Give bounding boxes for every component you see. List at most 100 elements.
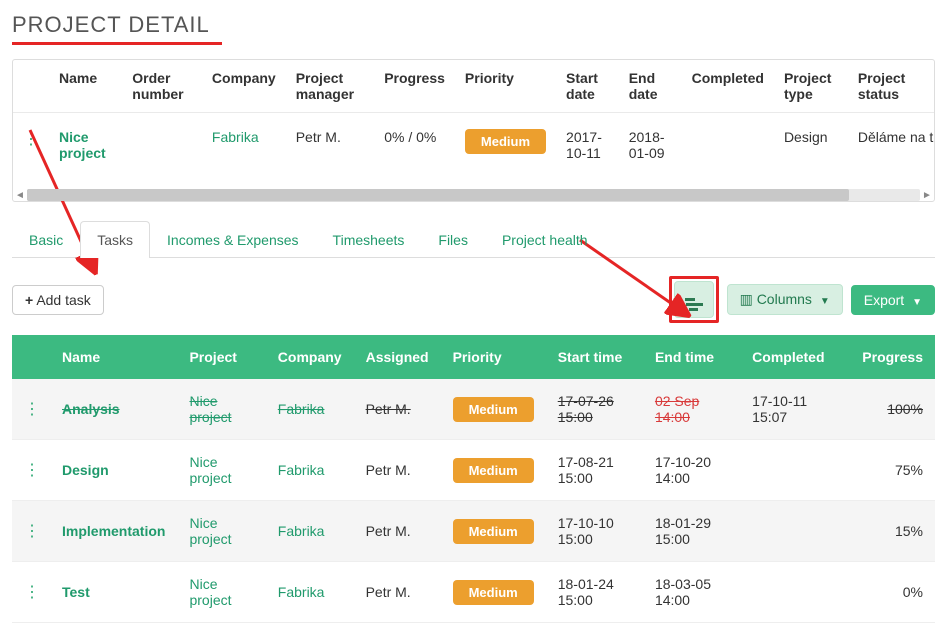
task-completed <box>740 562 850 623</box>
task-assigned: Petr M. <box>354 501 441 562</box>
cell-end-date: 2018-01-09 <box>619 113 682 190</box>
task-project-link[interactable]: Nice project <box>189 515 231 547</box>
th-end-time[interactable]: End time <box>643 335 740 379</box>
page-title: PROJECT DETAIL <box>12 12 935 38</box>
task-company-link[interactable]: Fabrika <box>278 462 325 478</box>
col-project-manager: Project manager <box>286 60 375 113</box>
task-assigned: Petr M. <box>354 562 441 623</box>
col-progress: Progress <box>374 60 455 113</box>
highlight-box <box>669 276 719 323</box>
col-company: Company <box>202 60 286 113</box>
export-button[interactable]: Export ▼ <box>851 285 935 315</box>
cell-project-status: Děláme na to <box>848 113 934 190</box>
task-end-time: 17-10-20 14:00 <box>643 440 740 501</box>
task-project-link[interactable]: Nice project <box>189 393 231 425</box>
priority-badge: Medium <box>453 519 534 544</box>
export-label: Export <box>864 292 904 308</box>
tasks-table: Name Project Company Assigned Priority S… <box>12 335 935 623</box>
task-name-link[interactable]: Test <box>62 584 90 600</box>
task-company-link[interactable]: Fabrika <box>278 584 325 600</box>
plus-icon: + <box>25 292 33 308</box>
task-end-time: 18-01-29 15:00 <box>643 501 740 562</box>
th-start-time[interactable]: Start time <box>546 335 643 379</box>
task-name-link[interactable]: Implementation <box>62 523 165 539</box>
tasks-toolbar: + Add task ▥ Columns ▼ Export ▼ <box>12 276 935 323</box>
col-end-date: End date <box>619 60 682 113</box>
tab-tasks[interactable]: Tasks <box>80 221 150 258</box>
tab-files[interactable]: Files <box>421 221 485 258</box>
tab-bar: Basic Tasks Incomes & Expenses Timesheet… <box>12 220 935 258</box>
task-assigned: Petr M. <box>354 440 441 501</box>
task-progress: 0% <box>850 562 935 623</box>
col-project-type: Project type <box>774 60 848 113</box>
add-task-label: Add task <box>36 292 90 308</box>
th-assigned[interactable]: Assigned <box>354 335 441 379</box>
col-name: Name <box>49 60 122 113</box>
row-menu-icon[interactable]: ⋮ <box>24 399 38 419</box>
priority-badge: Medium <box>453 580 534 605</box>
task-completed: 17-10-11 15:07 <box>740 379 850 440</box>
cell-progress: 0% / 0% <box>374 113 455 190</box>
task-end-time: 18-03-05 14:00 <box>643 562 740 623</box>
columns-label: Columns <box>757 291 812 307</box>
task-row: ⋮ Design Nice project Fabrika Petr M. Me… <box>12 440 935 501</box>
col-completed: Completed <box>682 60 774 113</box>
task-row: ⋮ Implementation Nice project Fabrika Pe… <box>12 501 935 562</box>
task-company-link[interactable]: Fabrika <box>278 523 325 539</box>
priority-badge: Medium <box>465 129 546 154</box>
col-priority: Priority <box>455 60 556 113</box>
th-completed[interactable]: Completed <box>740 335 850 379</box>
task-start-time: 18-01-24 15:00 <box>546 562 643 623</box>
task-name-link[interactable]: Design <box>62 462 109 478</box>
tab-timesheets[interactable]: Timesheets <box>316 221 422 258</box>
priority-badge: Medium <box>453 458 534 483</box>
columns-button[interactable]: ▥ Columns ▼ <box>727 284 843 315</box>
task-completed <box>740 440 850 501</box>
cell-completed <box>682 113 774 190</box>
row-menu-icon[interactable]: ⋮ <box>24 460 38 480</box>
gantt-icon <box>685 298 703 311</box>
add-task-button[interactable]: + Add task <box>12 285 104 315</box>
company-link[interactable]: Fabrika <box>212 129 259 145</box>
task-start-time: 17-10-10 15:00 <box>546 501 643 562</box>
th-company[interactable]: Company <box>266 335 354 379</box>
tab-project-health[interactable]: Project health <box>485 221 605 258</box>
project-summary-table: Name Order number Company Project manage… <box>13 60 934 189</box>
cell-project-manager: Petr M. <box>286 113 375 190</box>
task-project-link[interactable]: Nice project <box>189 576 231 608</box>
task-end-time: 02 Sep 14:00 <box>643 379 740 440</box>
task-company-link[interactable]: Fabrika <box>278 401 325 417</box>
task-project-link[interactable]: Nice project <box>189 454 231 486</box>
row-menu-icon[interactable]: ⋮ <box>24 521 38 541</box>
row-menu-icon[interactable]: ⋮ <box>23 129 37 149</box>
project-summary-panel: Name Order number Company Project manage… <box>12 59 935 202</box>
task-completed <box>740 501 850 562</box>
caret-down-icon: ▼ <box>912 297 922 308</box>
col-start-date: Start date <box>556 60 619 113</box>
th-priority[interactable]: Priority <box>441 335 546 379</box>
horizontal-scrollbar[interactable]: ◄ ► <box>13 189 934 201</box>
caret-down-icon: ▼ <box>820 296 830 307</box>
col-order-number: Order number <box>122 60 202 113</box>
gantt-view-button[interactable] <box>674 281 714 318</box>
title-underline <box>12 42 222 45</box>
tab-incomes-expenses[interactable]: Incomes & Expenses <box>150 221 316 258</box>
task-start-time: 17-08-21 15:00 <box>546 440 643 501</box>
task-row: ⋮ Test Nice project Fabrika Petr M. Medi… <box>12 562 935 623</box>
project-name-link[interactable]: Nice project <box>59 129 106 161</box>
task-assigned: Petr M. <box>354 379 441 440</box>
tab-basic[interactable]: Basic <box>12 221 80 258</box>
th-progress[interactable]: Progress <box>850 335 935 379</box>
row-menu-icon[interactable]: ⋮ <box>24 582 38 602</box>
task-progress: 15% <box>850 501 935 562</box>
columns-icon: ▥ <box>740 291 753 307</box>
cell-project-type: Design <box>774 113 848 190</box>
task-start-time: 17-07-26 15:00 <box>546 379 643 440</box>
th-name[interactable]: Name <box>50 335 177 379</box>
task-progress: 100% <box>850 379 935 440</box>
task-name-link[interactable]: Analysis <box>62 401 120 417</box>
task-row: ⋮ Analysis Nice project Fabrika Petr M. … <box>12 379 935 440</box>
cell-order-number <box>122 113 202 190</box>
summary-row: ⋮ Nice project Fabrika Petr M. 0% / 0% M… <box>13 113 934 190</box>
th-project[interactable]: Project <box>177 335 265 379</box>
